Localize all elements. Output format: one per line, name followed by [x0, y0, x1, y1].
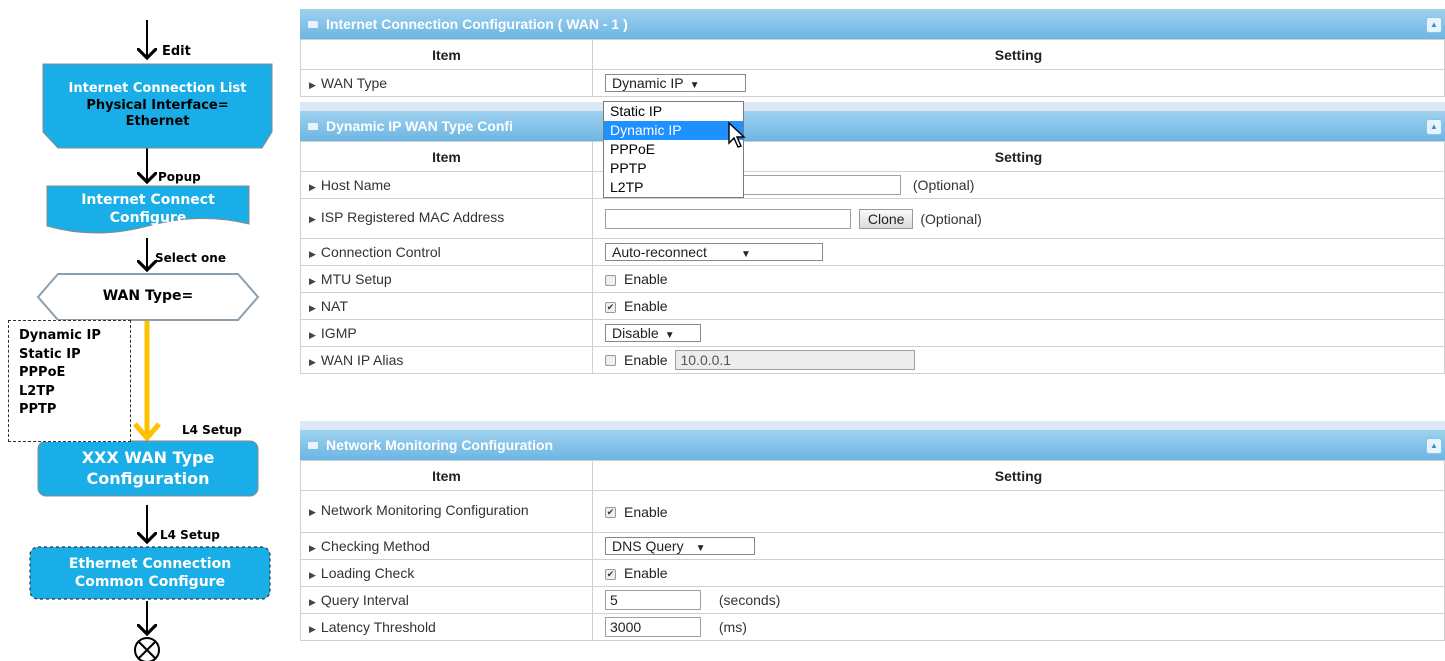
- config-panels: Internet Connection Configuration ( WAN …: [300, 0, 1445, 661]
- triangle-icon: ▶: [309, 214, 316, 224]
- triangle-icon: ▶: [309, 303, 316, 313]
- table-row: ▶ WAN Type Dynamic IP ▼: [300, 69, 1445, 97]
- wan-option-item: Dynamic IP: [19, 328, 101, 343]
- dropdown-arrow-icon: ▼: [695, 543, 706, 555]
- table-row: ▶ Query Interval 5 (seconds): [300, 586, 1445, 614]
- wan-option-item: PPTP: [19, 402, 57, 417]
- minus-icon: [308, 122, 318, 130]
- dropdown-option[interactable]: Dynamic IP: [604, 121, 743, 140]
- network-monitoring-table: Item Setting ▶ Network Monitoring Configu…: [300, 460, 1445, 641]
- monitoring-checkbox[interactable]: ✔: [605, 507, 616, 519]
- triangle-icon: ▶: [309, 182, 316, 192]
- panel-header: Network Monitoring Configuration ▲: [300, 430, 1445, 460]
- wan-type-dropdown-list: Static IP Dynamic IP PPPoE PPTP L2TP: [603, 101, 744, 198]
- table-row: ▶ Latency Threshold 3000 (ms): [300, 613, 1445, 641]
- panel-title: Dynamic IP WAN Type Confi: [326, 118, 513, 134]
- latency-threshold-input[interactable]: 3000: [605, 617, 701, 637]
- network-monitoring-panel: Network Monitoring Configuration ▲ Item …: [300, 421, 1445, 641]
- wan-option-item: PPPoE: [19, 365, 66, 380]
- list-box: Internet Connection List Physical Interf…: [68, 80, 247, 130]
- table-row: ▶ MTU Setup Enable: [300, 265, 1445, 293]
- panel-title: Network Monitoring Configuration: [326, 437, 554, 453]
- mouse-cursor-icon: [728, 121, 746, 148]
- triangle-icon: ▶: [309, 249, 316, 259]
- wan-type-options-list: Dynamic IP Static IP PPPoE L2TP PPTP: [8, 320, 131, 442]
- common-config-box: Ethernet Connection Common Configure: [68, 555, 232, 590]
- mac-address-input[interactable]: [605, 208, 851, 229]
- table-row: ▶ Network Monitoring Configuration ✔ Enabl…: [300, 490, 1445, 533]
- triangle-icon: ▶: [309, 570, 316, 580]
- dynamic-ip-table: Item Setting ▶ Host Name (Optional) ▶ ISP …: [300, 141, 1445, 374]
- mtu-checkbox[interactable]: [605, 274, 616, 286]
- l4-setup-label-2: L4 Setup: [160, 528, 220, 542]
- wan-option-item: L2TP: [19, 383, 55, 399]
- collapse-icon[interactable]: ▲: [1426, 17, 1442, 33]
- dropdown-arrow-icon: ▼: [740, 249, 751, 261]
- nat-checkbox[interactable]: ✔: [605, 301, 616, 313]
- table-row: ▶ Connection Control Auto-reconnect ▼: [300, 238, 1445, 266]
- wan-option-item: Static IP: [19, 346, 81, 362]
- dropdown-option[interactable]: L2TP: [604, 178, 743, 197]
- wan-alias-checkbox[interactable]: [605, 354, 616, 366]
- table-row: ▶ Host Name (Optional): [300, 171, 1445, 199]
- l4-setup-label-1: L4 Setup: [182, 423, 242, 437]
- table-row: ▶ Checking Method DNS Query ▼: [300, 532, 1445, 560]
- edit-label: Edit: [162, 44, 191, 59]
- loading-check-checkbox[interactable]: ✔: [605, 568, 616, 580]
- triangle-icon: ▶: [309, 507, 316, 517]
- dropdown-arrow-icon: ▼: [689, 80, 700, 92]
- dropdown-option[interactable]: PPTP: [604, 159, 743, 178]
- flowchart: Edit Internet Connection List Physical I…: [0, 0, 290, 661]
- col-setting: Setting: [592, 460, 1445, 491]
- wan-type-label: WAN Type=: [102, 288, 194, 304]
- popup-label: Popup: [158, 170, 201, 184]
- triangle-icon: ▶: [309, 597, 316, 607]
- col-item: Item: [300, 39, 593, 70]
- panel-header: Dynamic IP WAN Type Confi ▲: [300, 111, 1445, 141]
- triangle-icon: ▶: [309, 543, 316, 553]
- table-row: ▶ Loading Check ✔ Enable: [300, 559, 1445, 587]
- table-row: ▶ ISP Registered MAC Address Clone (Optio…: [300, 198, 1445, 239]
- collapse-icon[interactable]: ▲: [1426, 438, 1442, 454]
- wan-type-table: Item Setting ▶ WAN Type Dynamic IP ▼: [300, 39, 1445, 97]
- minus-icon: [308, 441, 318, 449]
- xxx-wan-box: XXX WAN Type Configuration: [81, 447, 215, 488]
- triangle-icon: ▶: [309, 624, 316, 634]
- triangle-icon: ▶: [309, 357, 316, 367]
- panel-header: Internet Connection Configuration ( WAN …: [300, 9, 1445, 39]
- select-one-label: Select one: [155, 251, 226, 265]
- collapse-icon[interactable]: ▲: [1426, 119, 1442, 135]
- dropdown-option[interactable]: Static IP: [604, 102, 743, 121]
- wan-type-select[interactable]: Dynamic IP ▼: [605, 74, 746, 93]
- wan-alias-input[interactable]: 10.0.0.1: [675, 350, 916, 370]
- checking-method-select[interactable]: DNS Query ▼: [605, 537, 755, 556]
- clone-button[interactable]: Clone: [858, 208, 914, 229]
- minus-icon: [308, 20, 318, 28]
- dynamic-ip-panel: Dynamic IP WAN Type Confi ▲ Item Setting…: [300, 102, 1445, 374]
- table-row: ▶ IGMP Disable ▼: [300, 319, 1445, 347]
- igmp-select[interactable]: Disable ▼: [605, 324, 701, 343]
- panel-title: Internet Connection Configuration ( WAN …: [326, 16, 628, 32]
- triangle-icon: ▶: [309, 330, 316, 340]
- col-item: Item: [300, 141, 593, 172]
- triangle-icon: ▶: [309, 276, 316, 286]
- configure-box: Internet Connect Configure: [81, 191, 215, 226]
- col-setting: Setting: [592, 39, 1445, 70]
- internet-connection-panel: Internet Connection Configuration ( WAN …: [300, 9, 1445, 97]
- dropdown-arrow-icon: ▼: [664, 330, 675, 342]
- col-item: Item: [300, 460, 593, 491]
- triangle-icon: ▶: [309, 80, 316, 90]
- table-row: ▶ WAN IP Alias Enable 10.0.0.1: [300, 346, 1445, 374]
- query-interval-input[interactable]: 5: [605, 590, 701, 610]
- dropdown-option[interactable]: PPPoE: [604, 140, 743, 159]
- connection-control-select[interactable]: Auto-reconnect ▼: [605, 243, 823, 262]
- table-row: ▶ NAT ✔ Enable: [300, 292, 1445, 320]
